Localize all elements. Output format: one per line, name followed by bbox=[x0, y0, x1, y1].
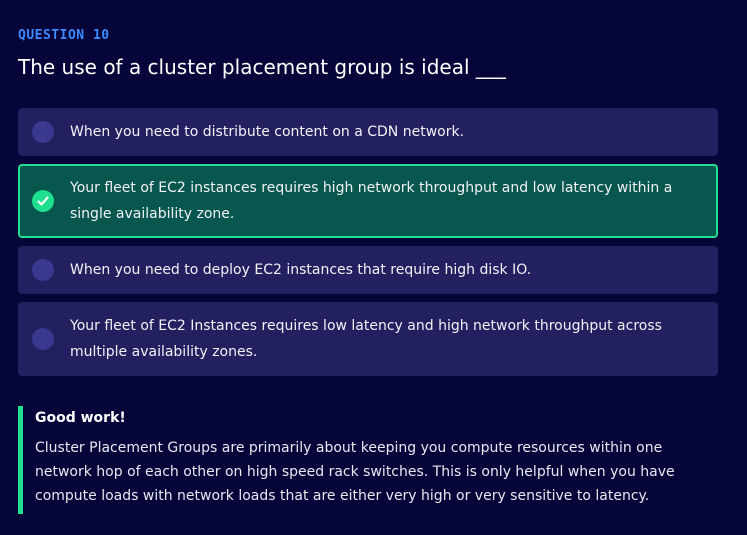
radio-button-icon[interactable] bbox=[32, 328, 54, 350]
answer-option-text: Your fleet of EC2 Instances requires low… bbox=[70, 318, 662, 360]
feedback-panel: Good work! Cluster Placement Groups are … bbox=[18, 406, 708, 514]
feedback-title: Good work! bbox=[35, 410, 126, 426]
answer-option-1[interactable]: When you need to distribute content on a… bbox=[18, 108, 718, 156]
answer-option-text: When you need to distribute content on a… bbox=[70, 124, 465, 140]
question-text: The use of a cluster placement group is … bbox=[18, 55, 506, 79]
radio-button-icon[interactable] bbox=[32, 259, 54, 281]
answer-option-3[interactable]: When you need to deploy EC2 instances th… bbox=[18, 246, 718, 294]
radio-button-icon[interactable] bbox=[32, 121, 54, 143]
question-label: QUESTION 10 bbox=[18, 28, 110, 43]
answer-option-2[interactable]: Your fleet of EC2 instances requires hig… bbox=[18, 164, 718, 238]
feedback-text: Cluster Placement Groups are primarily a… bbox=[35, 440, 675, 504]
answer-option-text: When you need to deploy EC2 instances th… bbox=[70, 262, 532, 278]
checkmark-glyph bbox=[37, 196, 49, 206]
checkmark-icon[interactable] bbox=[32, 190, 54, 212]
answer-options: When you need to distribute content on a… bbox=[18, 108, 718, 384]
answer-option-4[interactable]: Your fleet of EC2 Instances requires low… bbox=[18, 302, 718, 376]
answer-option-text: Your fleet of EC2 instances requires hig… bbox=[70, 180, 673, 222]
